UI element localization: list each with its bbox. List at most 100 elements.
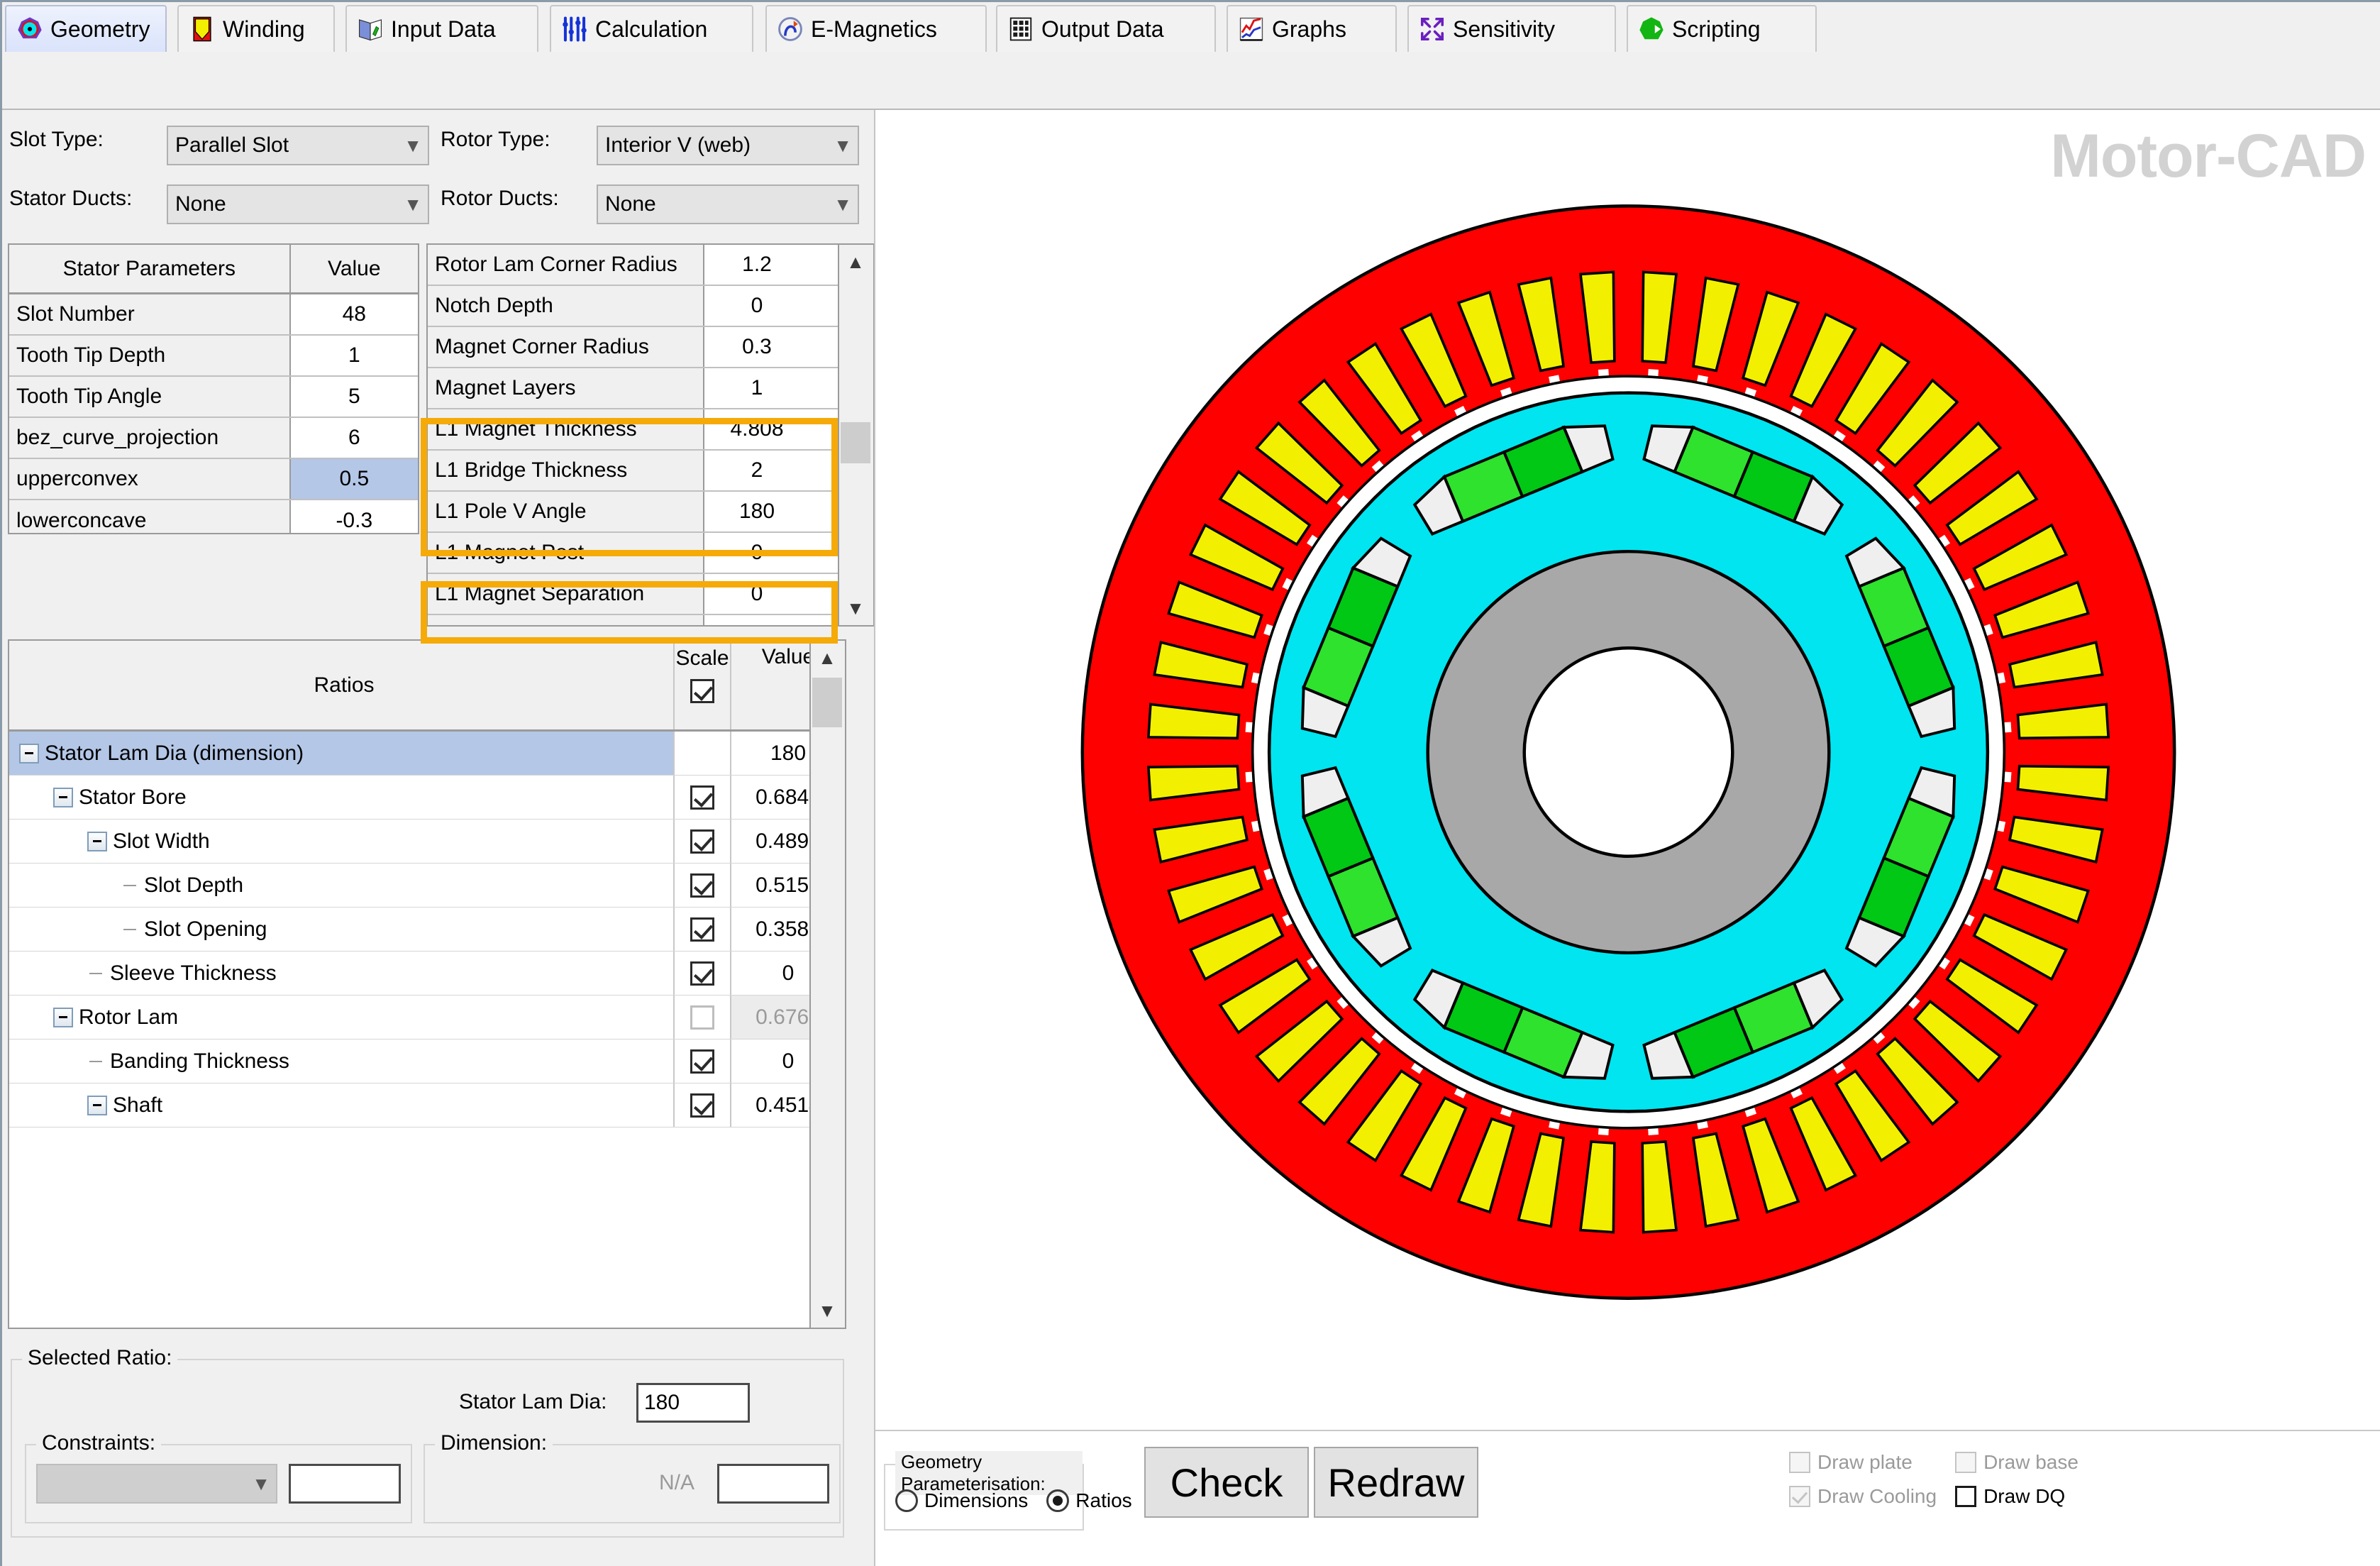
stator-param-value[interactable]: 6	[290, 418, 418, 458]
expander-icon[interactable]	[53, 787, 73, 807]
stator-param-value-selected[interactable]: 0.5	[290, 459, 418, 499]
table-row[interactable]: Slot Number 48	[9, 294, 418, 336]
rotor-param-value[interactable]: 0	[704, 533, 809, 573]
tab-input-data[interactable]: Input Data	[345, 5, 538, 52]
scale-checkbox[interactable]	[690, 1005, 714, 1030]
scrollbar-thumb[interactable]	[812, 678, 842, 727]
rotor-param-value[interactable]: 0.3	[704, 327, 809, 367]
table-row[interactable]: L1 Magnet Segments 1	[428, 615, 873, 625]
draw-plate-checkbox-icon[interactable]	[1789, 1452, 1810, 1473]
table-row[interactable]: Sleeve Thickness 0	[9, 952, 845, 996]
table-row[interactable]: Banding Thickness 0	[9, 1040, 845, 1083]
expander-icon[interactable]	[87, 831, 107, 851]
table-row[interactable]: Slot Opening 0.3582	[9, 908, 845, 952]
draw-base-checkbox-icon[interactable]	[1955, 1452, 1977, 1473]
table-row[interactable]: L1 Pole V Angle 180	[428, 492, 873, 533]
table-row[interactable]: Slot Depth 0.5152	[9, 864, 845, 908]
tab-output-data[interactable]: Output Data	[996, 5, 1216, 52]
table-row[interactable]: Tooth Tip Angle 5	[9, 377, 418, 418]
table-row[interactable]: Tooth Tip Depth 1	[9, 336, 418, 377]
constraints-input[interactable]	[289, 1464, 401, 1504]
table-row[interactable]: L1 Magnet Thickness 4.808	[428, 409, 873, 451]
scale-checkbox[interactable]	[690, 1093, 714, 1118]
checkbox-draw-plate[interactable]: Draw plate	[1789, 1451, 1937, 1474]
table-row[interactable]: Stator Bore 0.6847	[9, 776, 845, 820]
ratio-scale-cell[interactable]	[675, 1083, 731, 1127]
dimension-input[interactable]	[717, 1464, 829, 1504]
expander-icon[interactable]	[87, 1095, 107, 1115]
radio-ratios[interactable]: Ratios	[1046, 1489, 1132, 1512]
table-row[interactable]: Shaft 0.4514	[9, 1083, 845, 1127]
radio-ratios-icon[interactable]	[1046, 1489, 1070, 1512]
draw-cooling-checkbox-icon[interactable]	[1789, 1486, 1810, 1507]
checkbox-draw-dq[interactable]: Draw DQ	[1955, 1485, 2079, 1508]
tab-scripting[interactable]: Scripting	[1627, 5, 1817, 52]
tab-winding[interactable]: Winding	[177, 5, 335, 52]
table-row[interactable]: L1 Bridge Thickness 2	[428, 451, 873, 492]
table-row[interactable]: upperconvex 0.5	[9, 459, 418, 500]
stator-parameters-grid[interactable]: Stator Parameters Value Slot Number 48 T…	[8, 243, 419, 534]
rotor-param-value[interactable]: 0	[704, 574, 809, 614]
ratios-grid[interactable]: Ratios Scale Value Stator Lam Dia (dimen…	[8, 639, 846, 1329]
ratios-grid-scrollbar[interactable]: ▲ ▼	[809, 641, 845, 1328]
rotor-param-value[interactable]: 1	[704, 615, 809, 625]
table-row[interactable]: Rotor Lam Corner Radius 1.2	[428, 245, 873, 286]
table-row[interactable]: Rotor Lam 0.6769	[9, 996, 845, 1040]
tab-geometry[interactable]: Geometry	[5, 5, 167, 52]
ratio-scale-cell[interactable]	[675, 996, 731, 1039]
ratio-scale-cell[interactable]	[675, 908, 731, 951]
redraw-button[interactable]: Redraw	[1314, 1447, 1478, 1518]
radio-dimensions-icon[interactable]	[895, 1489, 918, 1512]
scale-checkbox[interactable]	[690, 917, 714, 942]
rotor-param-value[interactable]: 180	[704, 492, 809, 531]
tab-calculation[interactable]: Calculation	[550, 5, 753, 52]
table-row[interactable]: Magnet Layers 1	[428, 368, 873, 409]
stator-param-value[interactable]: 1	[290, 336, 418, 375]
ratio-scale-cell[interactable]	[675, 864, 731, 907]
rotor-param-value[interactable]: 1.2	[704, 245, 809, 285]
slot-type-combo[interactable]: Parallel Slot ▼	[167, 126, 429, 165]
rotor-parameters-grid[interactable]: Rotor Lam Corner Radius 1.2 Notch Depth …	[426, 243, 875, 627]
scale-checkbox[interactable]	[690, 829, 714, 854]
table-row[interactable]: Magnet Corner Radius 0.3	[428, 327, 873, 368]
rotor-grid-scrollbar[interactable]: ▲ ▼	[838, 245, 873, 625]
rotor-ducts-combo[interactable]: None ▼	[597, 184, 859, 224]
checkbox-draw-cooling[interactable]: Draw Cooling	[1789, 1485, 1937, 1508]
scale-checkbox[interactable]	[690, 785, 714, 810]
scroll-down-icon[interactable]: ▼	[839, 592, 872, 624]
expander-icon[interactable]	[53, 1007, 73, 1027]
tab-graphs[interactable]: Graphs	[1227, 5, 1397, 52]
rotor-param-value[interactable]: 4.808	[704, 409, 809, 449]
table-row[interactable]: lowerconcave -0.3	[9, 500, 418, 533]
scale-checkbox[interactable]	[690, 961, 714, 986]
rotor-param-value[interactable]: 2	[704, 451, 809, 490]
stator-param-value[interactable]: 5	[290, 377, 418, 417]
check-button[interactable]: Check	[1144, 1447, 1309, 1518]
stator-lam-dia-input[interactable]: 180	[636, 1383, 750, 1423]
stator-param-value[interactable]: 48	[290, 294, 418, 334]
rotor-type-combo[interactable]: Interior V (web) ▼	[597, 126, 859, 165]
checkbox-draw-base[interactable]: Draw base	[1955, 1451, 2079, 1474]
ratio-scale-cell[interactable]	[675, 776, 731, 819]
stator-param-value[interactable]: -0.3	[290, 500, 418, 533]
expander-icon[interactable]	[19, 743, 39, 763]
scale-checkbox[interactable]	[690, 1049, 714, 1074]
scale-all-checkbox[interactable]	[690, 679, 714, 703]
scrollbar-thumb[interactable]	[841, 422, 870, 463]
table-row[interactable]: Slot Width 0.4892	[9, 820, 845, 864]
stator-ducts-combo[interactable]: None ▼	[167, 184, 429, 224]
draw-dq-checkbox-icon[interactable]	[1955, 1486, 1977, 1507]
table-row[interactable]: bez_curve_projection 6	[9, 418, 418, 459]
scroll-down-icon[interactable]: ▼	[811, 1295, 843, 1326]
table-row[interactable]: Notch Depth 0	[428, 286, 873, 327]
rotor-param-value[interactable]: 1	[704, 368, 809, 408]
tab-sensitivity[interactable]: Sensitivity	[1407, 5, 1616, 52]
radial-drawing-pane[interactable]: Motor-CAD Geometry Parameterisation: Dim…	[874, 110, 2380, 1566]
ratio-scale-cell[interactable]	[675, 952, 731, 995]
table-row[interactable]: L1 Magnet Separation 0	[428, 574, 873, 615]
table-row[interactable]: Stator Lam Dia (dimension) 180	[9, 732, 845, 776]
scale-checkbox[interactable]	[690, 873, 714, 898]
radio-dimensions[interactable]: Dimensions	[895, 1489, 1028, 1512]
ratio-scale-cell[interactable]	[675, 1040, 731, 1083]
table-row[interactable]: L1 Magnet Post 0	[428, 533, 873, 574]
